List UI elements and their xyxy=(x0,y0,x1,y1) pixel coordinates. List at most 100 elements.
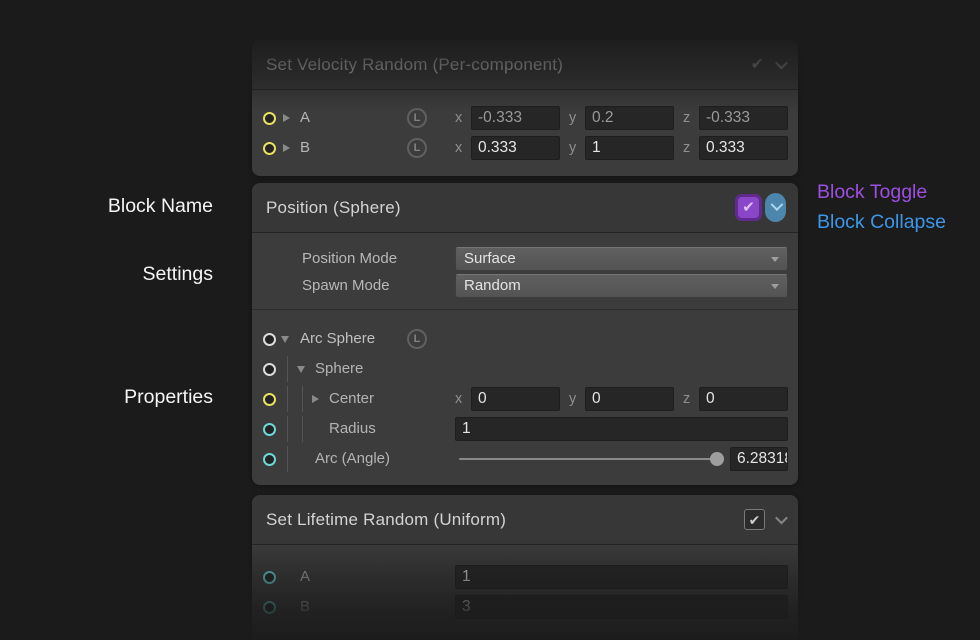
chevron-down-icon[interactable] xyxy=(775,512,788,525)
radius-field[interactable]: 1 xyxy=(455,417,788,441)
annotation-block-collapse: Block Collapse xyxy=(817,210,946,234)
foldout-down-icon[interactable] xyxy=(297,366,305,373)
property-row-arc-angle: Arc (Angle) 6.28318 xyxy=(252,444,788,474)
indent-guide xyxy=(302,386,303,412)
check-icon: ✔ xyxy=(742,200,755,215)
y-field[interactable]: 1 xyxy=(585,136,674,160)
dropdown-arrow-icon xyxy=(771,284,779,289)
x-field[interactable]: 0.333 xyxy=(471,136,560,160)
block-header[interactable]: Set Lifetime Random (Uniform) ✔ xyxy=(252,495,798,545)
property-label: A xyxy=(300,562,310,592)
annotation-block-toggle: Block Toggle xyxy=(817,180,927,204)
setting-label: Spawn Mode xyxy=(302,277,452,294)
port-icon[interactable] xyxy=(263,333,276,346)
property-row-radius: Radius 1 xyxy=(252,414,788,444)
axis-z-label: z xyxy=(683,140,695,156)
block-set-lifetime-random: Set Lifetime Random (Uniform) ✔ A 1 B xyxy=(252,495,798,640)
setting-row: Position Mode Surface xyxy=(252,245,788,272)
block-body: A L x -0.333 y 0.2 z -0.333 B L x 0.3 xyxy=(252,90,798,176)
annotation-settings: Settings xyxy=(0,262,213,286)
axis-y-label: y xyxy=(569,110,581,126)
port-icon[interactable] xyxy=(263,393,276,406)
property-label: B xyxy=(300,592,310,622)
axis-x-label: x xyxy=(455,140,467,156)
foldout-right-icon[interactable] xyxy=(312,395,319,403)
port-icon[interactable] xyxy=(263,571,276,584)
arc-angle-slider[interactable] xyxy=(455,447,724,471)
block-position-sphere: Position (Sphere) ✔ Position Mode Surfac… xyxy=(252,183,798,485)
block-header[interactable]: Position (Sphere) ✔ xyxy=(252,183,798,233)
indent-guide xyxy=(287,356,288,382)
block-enabled-checkbox[interactable]: ✔ xyxy=(751,57,764,73)
indent-guide xyxy=(287,386,288,412)
dropdown-value: Surface xyxy=(464,250,516,267)
foldout-down-icon[interactable] xyxy=(281,336,289,343)
lock-icon[interactable]: L xyxy=(407,329,427,349)
port-icon[interactable] xyxy=(263,423,276,436)
block-title: Set Lifetime Random (Uniform) xyxy=(266,510,506,530)
dropdown-value: Random xyxy=(464,277,521,294)
property-row-a: A 1 xyxy=(252,562,788,592)
block-title: Position (Sphere) xyxy=(266,198,401,218)
z-field[interactable]: -0.333 xyxy=(699,106,788,130)
z-field[interactable]: 0.333 xyxy=(699,136,788,160)
indent-guide xyxy=(287,416,288,442)
axis-y-label: y xyxy=(569,140,581,156)
position-mode-dropdown[interactable]: Surface xyxy=(455,247,788,271)
annotation-block-name: Block Name xyxy=(0,194,213,218)
property-row-center: Center x 0 y 0 z 0 xyxy=(252,384,788,414)
setting-label: Position Mode xyxy=(302,250,452,267)
property-row-a: A L x -0.333 y 0.2 z -0.333 xyxy=(252,103,788,133)
port-icon[interactable] xyxy=(263,363,276,376)
y-field[interactable]: 0.2 xyxy=(585,106,674,130)
property-row-b: B 3 xyxy=(252,592,788,622)
block-properties: Arc Sphere L Sphere Center x 0 y xyxy=(252,310,798,485)
x-field[interactable]: 0 xyxy=(471,387,560,411)
block-settings: Position Mode Surface Spawn Mode Random xyxy=(252,233,798,309)
block-collapse-button[interactable] xyxy=(765,193,786,222)
dropdown-arrow-icon xyxy=(771,257,779,262)
b-field[interactable]: 3 xyxy=(455,595,788,619)
property-row-b: B L x 0.333 y 1 z 0.333 xyxy=(252,133,788,163)
annotation-properties: Properties xyxy=(0,385,213,409)
block-title: Set Velocity Random (Per-component) xyxy=(266,55,563,75)
y-field[interactable]: 0 xyxy=(585,387,674,411)
x-field[interactable]: -0.333 xyxy=(471,106,560,130)
property-label: Sphere xyxy=(315,354,363,384)
property-row-sphere: Sphere xyxy=(252,354,788,384)
block-enabled-checkbox[interactable]: ✔ xyxy=(744,509,765,530)
chevron-down-icon[interactable] xyxy=(775,57,788,70)
a-field[interactable]: 1 xyxy=(455,565,788,589)
property-label: A xyxy=(300,103,310,133)
property-label: B xyxy=(300,133,310,163)
property-label: Center xyxy=(329,384,374,414)
indent-guide xyxy=(302,416,303,442)
foldout-right-icon[interactable] xyxy=(283,144,290,152)
arc-angle-field[interactable]: 6.28318 xyxy=(730,447,788,471)
lock-icon[interactable]: L xyxy=(407,108,427,128)
spawn-mode-dropdown[interactable]: Random xyxy=(455,274,788,298)
axis-z-label: z xyxy=(683,391,695,407)
axis-z-label: z xyxy=(683,110,695,126)
port-icon[interactable] xyxy=(263,142,276,155)
axis-y-label: y xyxy=(569,391,581,407)
port-icon[interactable] xyxy=(263,453,276,466)
check-icon: ✔ xyxy=(749,513,761,527)
port-icon[interactable] xyxy=(263,112,276,125)
property-label: Radius xyxy=(329,414,376,444)
z-field[interactable]: 0 xyxy=(699,387,788,411)
axis-x-label: x xyxy=(455,110,467,126)
lock-icon[interactable]: L xyxy=(407,138,427,158)
block-header[interactable]: Set Velocity Random (Per-component) ✔ xyxy=(252,40,798,90)
property-label: Arc Sphere xyxy=(300,324,375,354)
chevron-down-icon xyxy=(771,198,784,211)
axis-x-label: x xyxy=(455,391,467,407)
setting-row: Spawn Mode Random xyxy=(252,272,788,299)
slider-handle[interactable] xyxy=(710,452,724,466)
block-set-velocity-random: Set Velocity Random (Per-component) ✔ A … xyxy=(252,40,798,176)
foldout-right-icon[interactable] xyxy=(283,114,290,122)
block-toggle-checkbox[interactable]: ✔ xyxy=(735,194,762,221)
indent-guide xyxy=(287,446,288,472)
property-label: Arc (Angle) xyxy=(315,444,390,474)
port-icon[interactable] xyxy=(263,601,276,614)
